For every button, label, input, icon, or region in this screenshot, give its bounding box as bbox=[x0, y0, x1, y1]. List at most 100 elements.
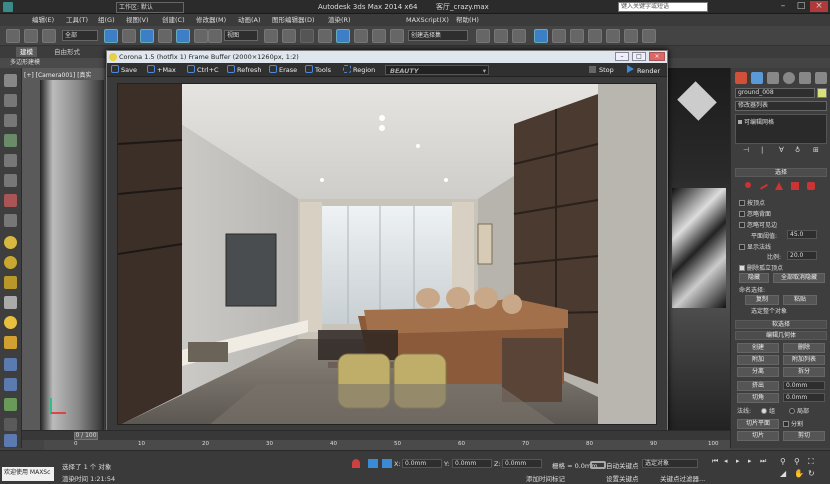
snap-tool-icon[interactable] bbox=[4, 114, 17, 127]
render-tool-icon[interactable] bbox=[4, 434, 17, 447]
fb-maximize-button[interactable]: □ bbox=[632, 52, 646, 61]
rendered-image[interactable] bbox=[117, 83, 657, 425]
sun-icon[interactable] bbox=[4, 316, 17, 329]
snaps-toggle-icon[interactable] bbox=[318, 29, 332, 43]
layer-manager-icon[interactable] bbox=[512, 29, 526, 43]
delete-button[interactable]: 删除 bbox=[783, 343, 825, 353]
go-to-end-icon[interactable]: ⏭ bbox=[760, 457, 766, 466]
named-selection-dropdown[interactable]: 创建选择集 bbox=[408, 30, 468, 41]
slice-plane-button[interactable]: 切片平面 bbox=[737, 419, 779, 429]
move-icon[interactable] bbox=[176, 29, 190, 43]
rendered-frame-icon[interactable] bbox=[624, 29, 638, 43]
edge-icon[interactable] bbox=[758, 180, 768, 190]
fb-close-button[interactable]: × bbox=[649, 52, 665, 61]
menu-maxscript[interactable]: MAXScript(X) bbox=[406, 14, 449, 26]
keyboard-shortcut-icon[interactable] bbox=[300, 29, 314, 43]
cone-icon[interactable] bbox=[4, 296, 17, 309]
add-time-tag[interactable]: 添加时间标记 bbox=[526, 473, 565, 483]
by-vertex-checkbox[interactable]: 按顶点 bbox=[739, 198, 765, 207]
show-end-result-icon[interactable]: | bbox=[761, 146, 763, 154]
lock-selection-icon[interactable] bbox=[352, 459, 360, 468]
angle-snap-icon[interactable] bbox=[336, 29, 350, 43]
key-filters-button[interactable]: 关键点过滤器... bbox=[660, 473, 705, 483]
menu-graph-editors[interactable]: 图形编辑器(D) bbox=[272, 14, 315, 26]
stop-button[interactable]: Stop bbox=[589, 65, 614, 75]
menu-edit[interactable]: 编辑(E) bbox=[32, 14, 54, 26]
stack-item-editable-mesh[interactable]: 可编辑网格 bbox=[736, 115, 826, 128]
local-radio[interactable]: 局部 bbox=[789, 406, 809, 415]
graphite-tools-icon[interactable] bbox=[534, 29, 548, 43]
orbit-icon[interactable]: ↻ bbox=[808, 469, 815, 478]
save-button[interactable]: Save bbox=[111, 65, 137, 75]
pivot-center-icon[interactable] bbox=[264, 29, 278, 43]
object-name-field[interactable]: ground_008 bbox=[735, 88, 815, 98]
vertex-icon[interactable] bbox=[745, 182, 751, 188]
chamfer-button[interactable]: 切角 bbox=[737, 393, 779, 403]
bind-spacewarp-icon[interactable] bbox=[42, 29, 56, 43]
workspace-dropdown[interactable]: 工作区: 默认 bbox=[116, 2, 184, 13]
twist-tool-icon[interactable] bbox=[4, 174, 17, 187]
remove-modifier-icon[interactable]: ♁ bbox=[795, 146, 800, 154]
zoom-icon[interactable]: ⚲ bbox=[780, 457, 786, 466]
modifier-stack[interactable]: 可编辑网格 bbox=[735, 114, 827, 144]
selection-rollout-header[interactable]: 选择 bbox=[735, 168, 827, 177]
rect-selection-icon[interactable] bbox=[140, 29, 154, 43]
ref-coord-dropdown[interactable]: 视图 bbox=[224, 30, 258, 41]
object-color-swatch[interactable] bbox=[817, 88, 827, 98]
region-button[interactable]: Region bbox=[343, 65, 375, 75]
prev-frame-icon[interactable]: ◂ bbox=[724, 457, 728, 465]
slice-button[interactable]: 切片 bbox=[737, 431, 779, 441]
bend-tool-icon[interactable] bbox=[4, 154, 17, 167]
max-logo-icon[interactable] bbox=[3, 2, 13, 12]
refresh-button[interactable]: Refresh bbox=[227, 65, 262, 75]
delete-isolated-checkbox[interactable]: 删除孤立顶点 bbox=[739, 263, 783, 272]
element-icon[interactable] bbox=[807, 182, 815, 190]
menu-views[interactable]: 视图(V) bbox=[126, 14, 149, 26]
utilities-tab-icon[interactable] bbox=[815, 72, 827, 84]
fov-icon[interactable]: ◢ bbox=[780, 469, 786, 478]
select-tool-icon[interactable] bbox=[4, 74, 17, 87]
maxscript-listener[interactable]: 欢迎使用 MAXSc bbox=[2, 467, 54, 481]
chamfer-field[interactable]: 0.0mm bbox=[783, 393, 825, 402]
pin-tool-icon[interactable] bbox=[4, 214, 17, 227]
display-tab-icon[interactable] bbox=[799, 72, 811, 84]
edit-named-sets-icon[interactable] bbox=[390, 29, 404, 43]
modify-tab-icon[interactable] bbox=[751, 72, 763, 84]
detach-button[interactable]: 分离 bbox=[737, 367, 779, 377]
mirror-icon[interactable] bbox=[476, 29, 490, 43]
material-editor-icon[interactable] bbox=[588, 29, 602, 43]
paint-select-icon[interactable] bbox=[4, 94, 17, 107]
attach-list-button[interactable]: 附加列表 bbox=[783, 355, 825, 365]
box-icon[interactable] bbox=[4, 276, 17, 289]
flex-tool-icon[interactable] bbox=[4, 194, 17, 207]
frame-buffer-title[interactable]: Corona 1.5 (hotfix 1) Frame Buffer (2000… bbox=[107, 51, 667, 63]
fb-minimize-button[interactable]: – bbox=[615, 52, 629, 61]
select-object-icon[interactable] bbox=[104, 29, 118, 43]
time-slider[interactable]: 0 / 100 bbox=[22, 430, 730, 440]
percent-snap-icon[interactable] bbox=[354, 29, 368, 43]
make-unique-icon[interactable]: ∀ bbox=[779, 146, 784, 154]
close-button[interactable]: × bbox=[810, 1, 828, 12]
ctrlc-button[interactable]: Ctrl+C bbox=[187, 65, 219, 75]
rotate-icon[interactable] bbox=[194, 29, 208, 43]
pan-icon[interactable]: ✋ bbox=[794, 469, 804, 478]
ignore-backfacing-checkbox[interactable]: 忽略背面 bbox=[739, 209, 771, 218]
window-crossing-icon[interactable] bbox=[158, 29, 172, 43]
configure-sets-icon[interactable]: ⊞ bbox=[813, 146, 819, 154]
time-slider-thumb[interactable]: 0 / 100 bbox=[74, 432, 98, 440]
group-radio[interactable]: 组 bbox=[761, 406, 775, 415]
hide-button[interactable]: 隐藏 bbox=[739, 273, 769, 283]
zoom-all-icon[interactable]: ⚲ bbox=[794, 457, 800, 466]
z-field[interactable]: 0.0mm bbox=[502, 459, 542, 468]
planar-threshold-field[interactable]: 45.0 bbox=[787, 230, 817, 239]
auto-key-button[interactable]: 自动关键点 bbox=[606, 460, 639, 470]
selection-filter-dropdown[interactable]: 全部 bbox=[62, 30, 98, 41]
scale-icon[interactable] bbox=[208, 29, 222, 43]
link-icon[interactable] bbox=[6, 29, 20, 43]
face-icon[interactable] bbox=[775, 182, 783, 190]
schematic-view-icon[interactable] bbox=[570, 29, 584, 43]
x-field[interactable]: 0.0mm bbox=[402, 459, 442, 468]
scale-field[interactable]: 20.0 bbox=[787, 251, 817, 260]
menu-group[interactable]: 组(G) bbox=[98, 14, 115, 26]
edit-geometry-rollout-header[interactable]: 编辑几何体 bbox=[735, 331, 827, 340]
